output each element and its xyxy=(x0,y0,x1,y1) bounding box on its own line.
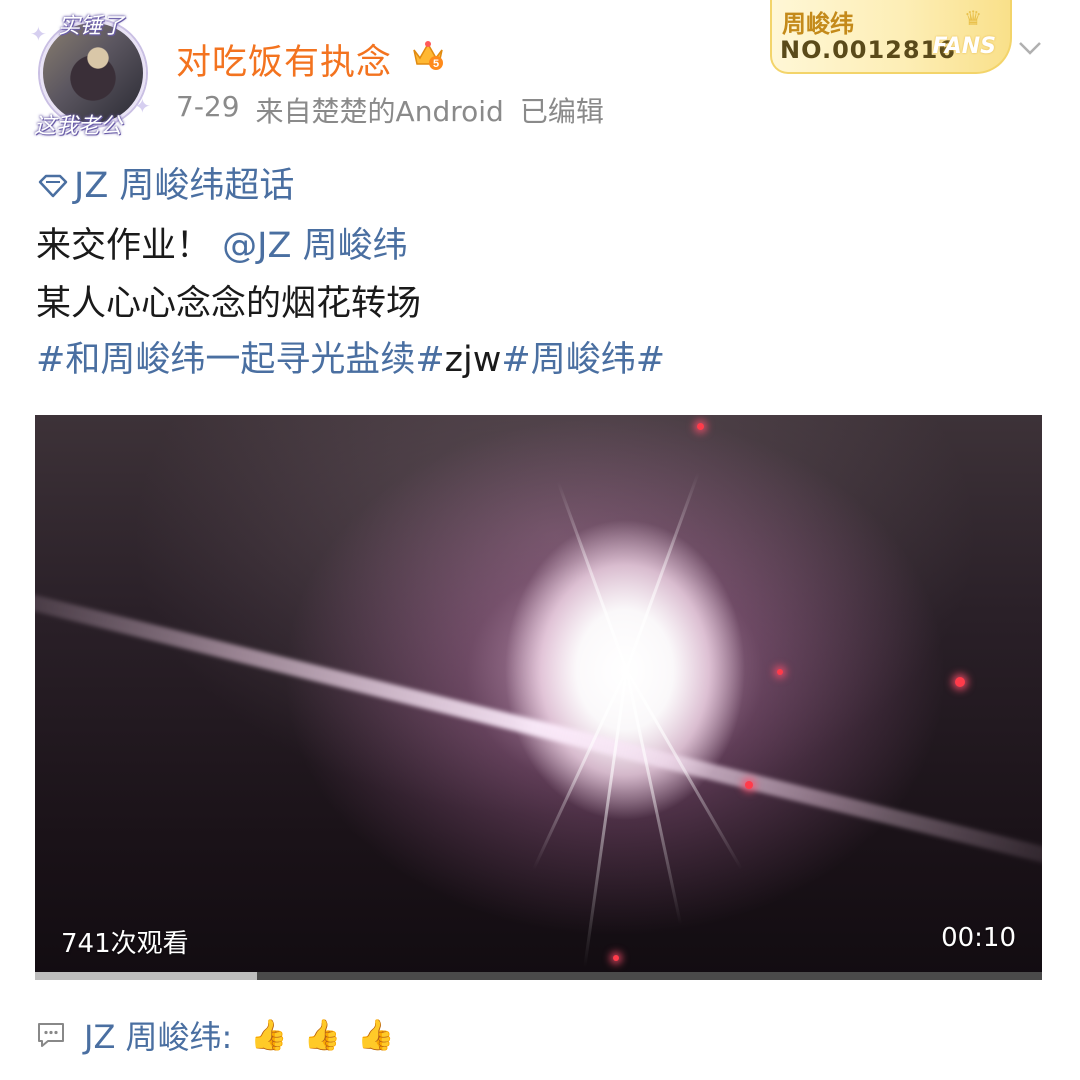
avatar-container[interactable]: ✦ ✦ 实锤了 这我老公 xyxy=(30,8,151,139)
supertopic-label: JZ 周峻纬超话 xyxy=(74,166,295,206)
thumbs-up-icon: 👍 xyxy=(357,1017,395,1053)
chevron-down-icon[interactable] xyxy=(1016,34,1044,62)
svg-text:5: 5 xyxy=(433,58,439,70)
fans-badge[interactable]: 周峻纬 ♛ NO.0012816 FANS xyxy=(770,0,1012,74)
video-frame-ray xyxy=(625,669,683,925)
video-frame-ray xyxy=(556,481,628,671)
hashtag-line: #和周峻纬一起寻光盐续#zjw#周峻纬# xyxy=(36,340,665,380)
mention-link[interactable]: @JZ 周峻纬 xyxy=(222,226,407,266)
firework-spark xyxy=(777,669,783,675)
hashtag-link[interactable]: #周峻纬# xyxy=(501,340,665,380)
thumbs-up-icon: 👍 xyxy=(303,1017,342,1053)
crown-icon: ♛ xyxy=(964,6,982,30)
supertopic-link[interactable]: JZ 周峻纬超话 xyxy=(36,166,294,206)
hashtag-link[interactable]: #和周峻纬一起寻光盐续# xyxy=(36,340,445,380)
video-progress-fill xyxy=(35,972,257,980)
firework-spark xyxy=(745,781,753,789)
video-frame-ray xyxy=(625,472,700,671)
comment-author[interactable]: JZ 周峻纬: xyxy=(84,1012,232,1058)
comment-icon xyxy=(38,1023,64,1047)
diamond-icon xyxy=(38,174,68,198)
video-player[interactable]: 741次观看 00:10 xyxy=(35,415,1042,980)
avatar-frame-text-bottom: 这我老公 xyxy=(34,114,123,139)
comment-preview[interactable]: JZ 周峻纬: 👍 👍 👍 xyxy=(36,1012,394,1058)
video-frame-horizon xyxy=(35,575,1042,881)
firework-spark xyxy=(955,677,965,687)
avatar-frame-text-top: 实锤了 xyxy=(58,14,125,39)
post-line-2-text: 来交作业！ xyxy=(36,226,212,266)
video-progress-bar[interactable] xyxy=(35,972,1042,980)
post-line-2: 来交作业！ @JZ 周峻纬 xyxy=(36,226,408,266)
comment-emoji-group: 👍 👍 👍 xyxy=(250,1018,394,1053)
video-view-count: 741次观看 xyxy=(61,929,189,959)
crown-vip-icon: 5 xyxy=(413,41,443,70)
fans-badge-number: NO.0012816 xyxy=(780,36,956,64)
post-line-3: 某人心心念念的烟花转场 xyxy=(36,284,422,324)
post-source: 来自楚楚的Android xyxy=(255,95,504,128)
firework-spark xyxy=(613,955,619,961)
firework-spark xyxy=(697,423,704,430)
username[interactable]: 对吃饭有执念 xyxy=(176,34,392,85)
fans-badge-name: 周峻纬 xyxy=(782,10,854,38)
thumbs-up-icon: 👍 xyxy=(250,1017,288,1053)
edited-label[interactable]: 已编辑 xyxy=(520,90,604,130)
hashtag-plain-text: zjw xyxy=(444,340,502,380)
video-duration: 00:10 xyxy=(941,923,1016,953)
post-meta: 7-29 来自楚楚的Android 已编辑 xyxy=(176,90,604,130)
post-date: 7-29 xyxy=(176,90,240,123)
fans-badge-word: FANS xyxy=(932,34,996,59)
sparkle-icon: ✦ xyxy=(30,22,47,46)
sparkle-icon: ✦ xyxy=(134,94,151,118)
